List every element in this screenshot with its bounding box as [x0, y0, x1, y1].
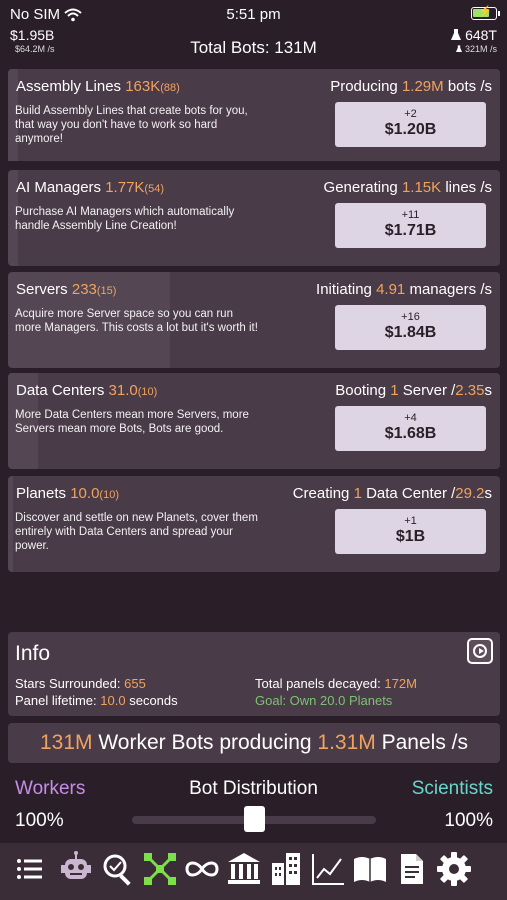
- panel-rate: Creating 1 Data Center /29.2s: [292, 485, 492, 502]
- total-bots: Total Bots: 131M: [190, 38, 317, 57]
- refresh-icon[interactable]: [467, 638, 493, 664]
- buy-servers-button[interactable]: +16 $1.84B: [335, 305, 486, 350]
- panel-description: Discover and settle on new Planets, cove…: [15, 512, 258, 552]
- panel-data-centers: Data Centers 31.0(10) Booting 1 Server /…: [8, 373, 500, 469]
- scientists-percent: 100%: [444, 810, 493, 831]
- tab-network[interactable]: [140, 849, 180, 889]
- buy-ai-managers-button[interactable]: +11 $1.71B: [335, 203, 486, 248]
- panel-count: (10): [137, 386, 158, 398]
- panel-description: Purchase AI Managers which automatically…: [15, 206, 235, 232]
- tab-list[interactable]: [10, 849, 50, 889]
- panel-count: (54): [144, 183, 164, 195]
- tab-stats[interactable]: [308, 849, 348, 889]
- panel-title: Servers 233(15): [16, 281, 116, 298]
- panel-value: 31.0: [108, 382, 138, 399]
- science-display: 648T 321M /s: [451, 27, 497, 54]
- panel-title: Assembly Lines 163K(88): [16, 78, 180, 95]
- panel-count: (15): [96, 285, 117, 297]
- panel-title: Data Centers 31.0(10): [16, 382, 157, 399]
- science-rate: 321M /s: [464, 44, 497, 54]
- book-icon: [354, 857, 386, 882]
- panel-description: Acquire more Server space so you can run…: [15, 308, 258, 334]
- document-icon: [401, 854, 423, 884]
- magnifier-icon: [103, 854, 131, 886]
- panel-description: More Data Centers mean more Servers, mor…: [15, 409, 249, 435]
- goal-text: Goal: Own 20.0 Planets: [255, 693, 393, 708]
- panel-count: (10): [99, 489, 119, 501]
- scientists-label: Scientists: [411, 778, 493, 799]
- robot-icon: [61, 851, 91, 879]
- chart-icon: [312, 854, 344, 885]
- tab-infinity[interactable]: [182, 849, 222, 889]
- panel-rate: Producing 1.29M bots /s: [330, 78, 492, 95]
- panel-value: 233: [71, 281, 97, 298]
- tab-book[interactable]: [350, 849, 390, 889]
- panel-name: Servers: [16, 281, 68, 298]
- panels-decayed: Total panels decayed: 172M: [255, 676, 417, 691]
- tab-bank[interactable]: [224, 849, 264, 889]
- battery-icon: ⚡: [471, 6, 500, 20]
- buy-planets-button[interactable]: +1 $1B: [335, 509, 486, 554]
- tab-document[interactable]: [392, 849, 432, 889]
- panel-name: AI Managers: [16, 179, 102, 196]
- divider: [8, 161, 500, 165]
- panel-count: (88): [160, 82, 180, 94]
- tab-research[interactable]: [98, 849, 138, 889]
- panel-name: Planets: [16, 485, 67, 502]
- science-value: 648T: [465, 27, 497, 43]
- panel-value: 163K: [125, 78, 161, 95]
- panel-title: AI Managers 1.77K(54): [16, 179, 164, 196]
- buy-assembly-lines-button[interactable]: +2 $1.20B: [335, 102, 486, 147]
- flask-icon: [456, 45, 463, 52]
- panel-rate: Initiating 4.91 managers /s: [316, 281, 492, 298]
- panel-name: Assembly Lines: [16, 78, 122, 95]
- panel-servers: Servers 233(15) Initiating 4.91 managers…: [8, 272, 500, 368]
- panel-title: Planets 10.0(10): [16, 485, 119, 502]
- panel-planets: Planets 10.0(10) Creating 1 Data Center …: [8, 476, 500, 572]
- panel-assembly-lines: Assembly Lines 163K(88) Producing 1.29M …: [8, 69, 500, 165]
- tab-settings[interactable]: [434, 849, 474, 889]
- gear-icon: [437, 852, 471, 886]
- bank-icon: [228, 853, 260, 884]
- panel-description: Build Assembly Lines that create bots fo…: [15, 105, 248, 145]
- panel-value: 1.77K: [105, 179, 145, 196]
- infinity-icon: [185, 861, 219, 877]
- buy-data-centers-button[interactable]: +4 $1.68B: [335, 406, 486, 451]
- tab-buildings[interactable]: [266, 849, 306, 889]
- panel-ai-managers: AI Managers 1.77K(54) Generating 1.15K l…: [8, 170, 500, 266]
- panel-rate: Generating 1.15K lines /s: [323, 179, 492, 196]
- list-icon: [17, 859, 42, 879]
- workers-percent: 100%: [15, 810, 64, 831]
- panel-progress: [8, 476, 13, 572]
- network-icon: [144, 853, 176, 885]
- tab-robot[interactable]: [56, 849, 96, 889]
- status-bar: No SIM 5:51 pm ⚡: [0, 0, 507, 30]
- distribution-slider-thumb[interactable]: [243, 806, 265, 832]
- stars-surrounded: Stars Surrounded: 655: [15, 676, 146, 691]
- clock: 5:51 pm: [226, 6, 281, 23]
- panel-value: 10.0: [70, 485, 100, 502]
- panel-lifetime: Panel lifetime: 10.0 seconds: [15, 693, 178, 708]
- tab-bar: [0, 843, 507, 900]
- flask-icon: [451, 29, 462, 40]
- info-heading: Info: [15, 642, 51, 665]
- panel-name: Data Centers: [16, 382, 105, 399]
- buildings-icon: [272, 853, 300, 885]
- panel-rate: Booting 1 Server /2.35s: [335, 382, 492, 399]
- production-summary: 131M Worker Bots producing 1.31M Panels …: [8, 723, 500, 763]
- info-panel: Info Stars Surrounded: 655 Panel lifetim…: [8, 632, 500, 716]
